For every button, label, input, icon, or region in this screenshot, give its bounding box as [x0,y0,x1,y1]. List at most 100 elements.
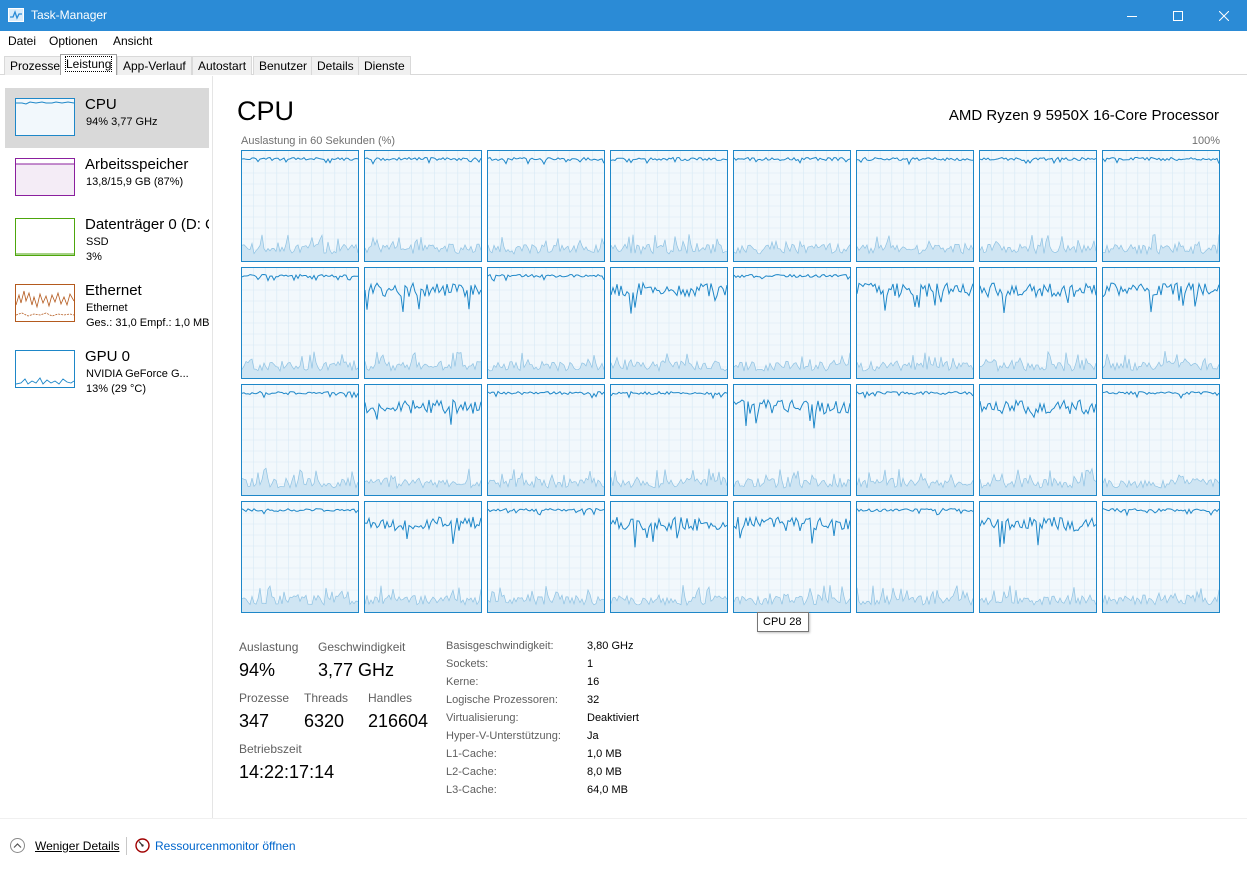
tab-label: Leistung [64,56,113,72]
logical-processor-graph[interactable] [733,384,851,496]
graph-caption: Auslastung in 60 Sekunden (%) [241,135,396,147]
logical-processor-graph[interactable] [487,150,605,262]
logical-processor-graph[interactable] [487,384,605,496]
sidebar-item-arbeitsspeicher[interactable]: Arbeitsspeicher 13,8/15,9 GB (87%) [5,148,209,208]
info-value: 16 [587,676,600,688]
info-label: Basisgeschwindigkeit: [446,640,554,652]
sidebar-item-label: GPU 0 [85,348,131,365]
logical-processor-graph[interactable] [610,150,728,262]
footer-divider [126,837,127,855]
sidebar-item-detail-2: 3% [86,251,102,263]
logical-processor-graph[interactable] [733,501,851,613]
tab-dienste[interactable]: Dienste [358,56,411,75]
menu-datei[interactable]: Datei [8,34,36,48]
minimize-button[interactable] [1109,0,1155,31]
less-details-button[interactable]: Weniger Details [35,839,119,853]
sidebar-item-detail-2: 13% (29 °C) [86,383,147,395]
open-resource-monitor-link[interactable]: Ressourcenmonitor öffnen [155,839,296,853]
logical-processor-graph[interactable] [610,384,728,496]
cpu-performance-panel: CPU AMD Ryzen 9 5950X 16-Core Processor … [214,76,1247,818]
info-value: Ja [587,730,599,742]
logical-processor-graph[interactable] [979,267,1097,379]
info-label: L2-Cache: [446,766,497,778]
close-button[interactable] [1201,0,1247,31]
logical-processor-graph[interactable] [364,384,482,496]
logical-processor-graph[interactable] [856,384,974,496]
info-label: Hyper-V-Unterstützung: [446,730,561,742]
cpu-tooltip: CPU 28 [757,612,809,632]
info-value: Deaktiviert [587,712,639,724]
logical-processor-graph[interactable] [241,150,359,262]
sidebar-item-detail: Ethernet [86,302,128,314]
sidebar-item-detail: 13,8/15,9 GB (87%) [86,176,184,188]
threads-label: Threads [304,691,349,705]
tab-benutzer[interactable]: Benutzer [253,56,314,75]
logical-processor-graph[interactable] [733,267,851,379]
memory-thumbnail-graph [15,158,75,196]
logical-processor-graph[interactable] [979,150,1097,262]
sidebar-item-gpu[interactable]: GPU 0 NVIDIA GeForce G... 13% (29 °C) [5,340,209,400]
footer-bar: Weniger Details Ressourcenmonitor öffnen [0,818,1247,870]
ethernet-thumbnail-graph [15,284,75,322]
title-bar: Task-Manager [0,0,1247,31]
tab-label: Details [317,59,354,73]
logical-processor-graph[interactable] [610,501,728,613]
tab-app-verlauf[interactable]: App-Verlauf [117,56,192,75]
less-details-label: Weniger Details [35,839,120,853]
logical-processor-graph[interactable] [1102,501,1220,613]
logical-processor-graph[interactable] [364,150,482,262]
menu-bar: Datei Optionen Ansicht [0,31,1247,51]
logical-processor-graph[interactable] [856,267,974,379]
logical-processor-graph[interactable] [241,384,359,496]
logical-processor-graph[interactable] [487,267,605,379]
logical-processor-graph[interactable] [241,501,359,613]
sidebar-item-datentraeger[interactable]: Datenträger 0 (D: C SSD 3% [5,208,209,268]
sidebar-item-detail: NVIDIA GeForce G... [86,368,189,380]
sidebar-item-label: Arbeitsspeicher [85,156,189,173]
disk-thumbnail-graph [15,218,75,256]
sidebar-item-label: Datenträger 0 (D: C [85,216,209,233]
info-label: Kerne: [446,676,479,688]
menu-ansicht[interactable]: Ansicht [113,34,152,48]
sidebar-item-detail-2: Ges.: 31,0 Empf.: 1,0 MB [86,317,209,329]
logical-processor-graph[interactable] [856,501,974,613]
info-label: Virtualisierung: [446,712,519,724]
auslastung-value: 94% [239,660,276,680]
sidebar-item-detail: SSD [86,236,109,248]
info-value: 64,0 MB [587,784,628,796]
logical-processor-graph[interactable] [1102,384,1220,496]
tab-prozesse[interactable]: Prozesse [4,56,67,75]
chevron-up-icon[interactable] [10,838,25,853]
handles-value: 216604 [368,711,429,731]
logical-processor-graphs [241,150,1221,615]
logical-processor-graph[interactable] [856,150,974,262]
prozesse-label: Prozesse [239,691,290,705]
logical-processor-graph[interactable] [979,384,1097,496]
menu-optionen[interactable]: Optionen [49,34,98,48]
gpu-thumbnail-graph [15,350,75,388]
tab-leistung[interactable]: Leistung [60,54,118,75]
info-value: 3,80 GHz [587,640,634,652]
handles-label: Handles [368,691,413,705]
tab-label: Benutzer [259,59,308,73]
tab-bar: Prozesse Leistung App-Verlauf Autostart … [0,51,1247,75]
sidebar-item-cpu[interactable]: CPU 94% 3,77 GHz [5,88,209,148]
info-label: L1-Cache: [446,748,497,760]
logical-processor-graph[interactable] [733,150,851,262]
resource-sidebar: CPU 94% 3,77 GHz Arbeitsspeicher 13,8/15… [0,76,213,818]
logical-processor-graph[interactable] [364,267,482,379]
prozesse-value: 347 [239,711,270,731]
logical-processor-graph[interactable] [487,501,605,613]
logical-processor-graph[interactable] [610,267,728,379]
resource-monitor-icon[interactable] [135,838,150,853]
maximize-icon [1173,10,1183,21]
sidebar-item-ethernet[interactable]: Ethernet Ethernet Ges.: 31,0 Empf.: 1,0 … [5,274,209,334]
tab-autostart[interactable]: Autostart [192,56,253,75]
maximize-button[interactable] [1155,0,1201,31]
logical-processor-graph[interactable] [364,501,482,613]
logical-processor-graph[interactable] [979,501,1097,613]
logical-processor-graph[interactable] [1102,150,1220,262]
logical-processor-graph[interactable] [1102,267,1220,379]
logical-processor-graph[interactable] [241,267,359,379]
tab-details[interactable]: Details [311,56,360,75]
